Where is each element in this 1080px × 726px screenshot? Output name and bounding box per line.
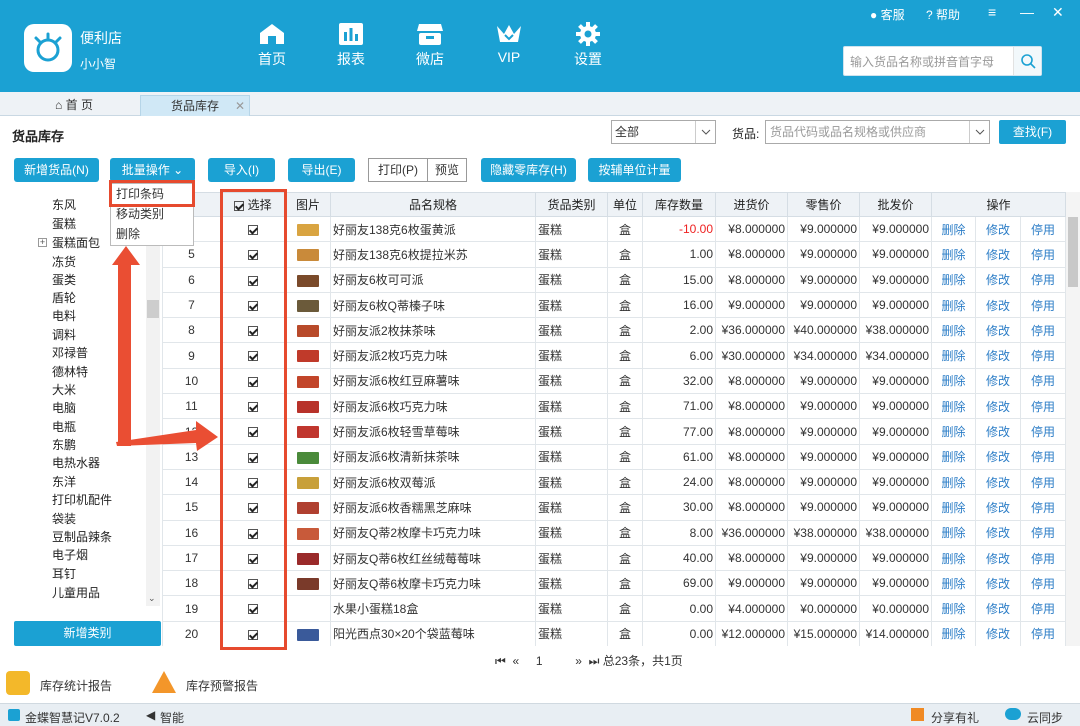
speaker-icon[interactable]: ◀ (146, 708, 155, 722)
stock-report-link[interactable]: 库存统计报告 (40, 677, 112, 694)
page-number[interactable]: 1 (536, 654, 543, 668)
warning-report-link[interactable]: 库存预警报告 (186, 677, 258, 694)
warning-icon (152, 671, 176, 693)
pager-summary: 总23条，共1页 (602, 654, 683, 668)
cloud-icon (1005, 708, 1021, 720)
status-bar: 金蝶智慧记V7.0.2 ◀ 智能 分享有礼 云同步 (0, 703, 1080, 726)
prev-page-icon[interactable]: « (512, 654, 519, 668)
next-page-icon[interactable]: » (575, 654, 582, 668)
audio-label: 智能 (160, 711, 185, 725)
cloud-sync-link[interactable]: 云同步 (1027, 709, 1063, 726)
app-small-icon (8, 709, 20, 721)
app-version: 金蝶智慧记V7.0.2 (25, 711, 120, 725)
arrow-up-annotation (112, 246, 140, 446)
gift-icon (911, 708, 924, 721)
share-link[interactable]: 分享有礼 (931, 709, 979, 726)
stock-report-icon (6, 671, 30, 695)
report-bar: 库存统计报告 库存预警报告 (0, 667, 1080, 701)
arrow-right-annotation (116, 421, 218, 451)
last-page-icon[interactable]: ⏭ (589, 654, 600, 668)
annotation-arrows (112, 246, 218, 451)
first-page-icon[interactable]: ⏮ (495, 654, 506, 668)
